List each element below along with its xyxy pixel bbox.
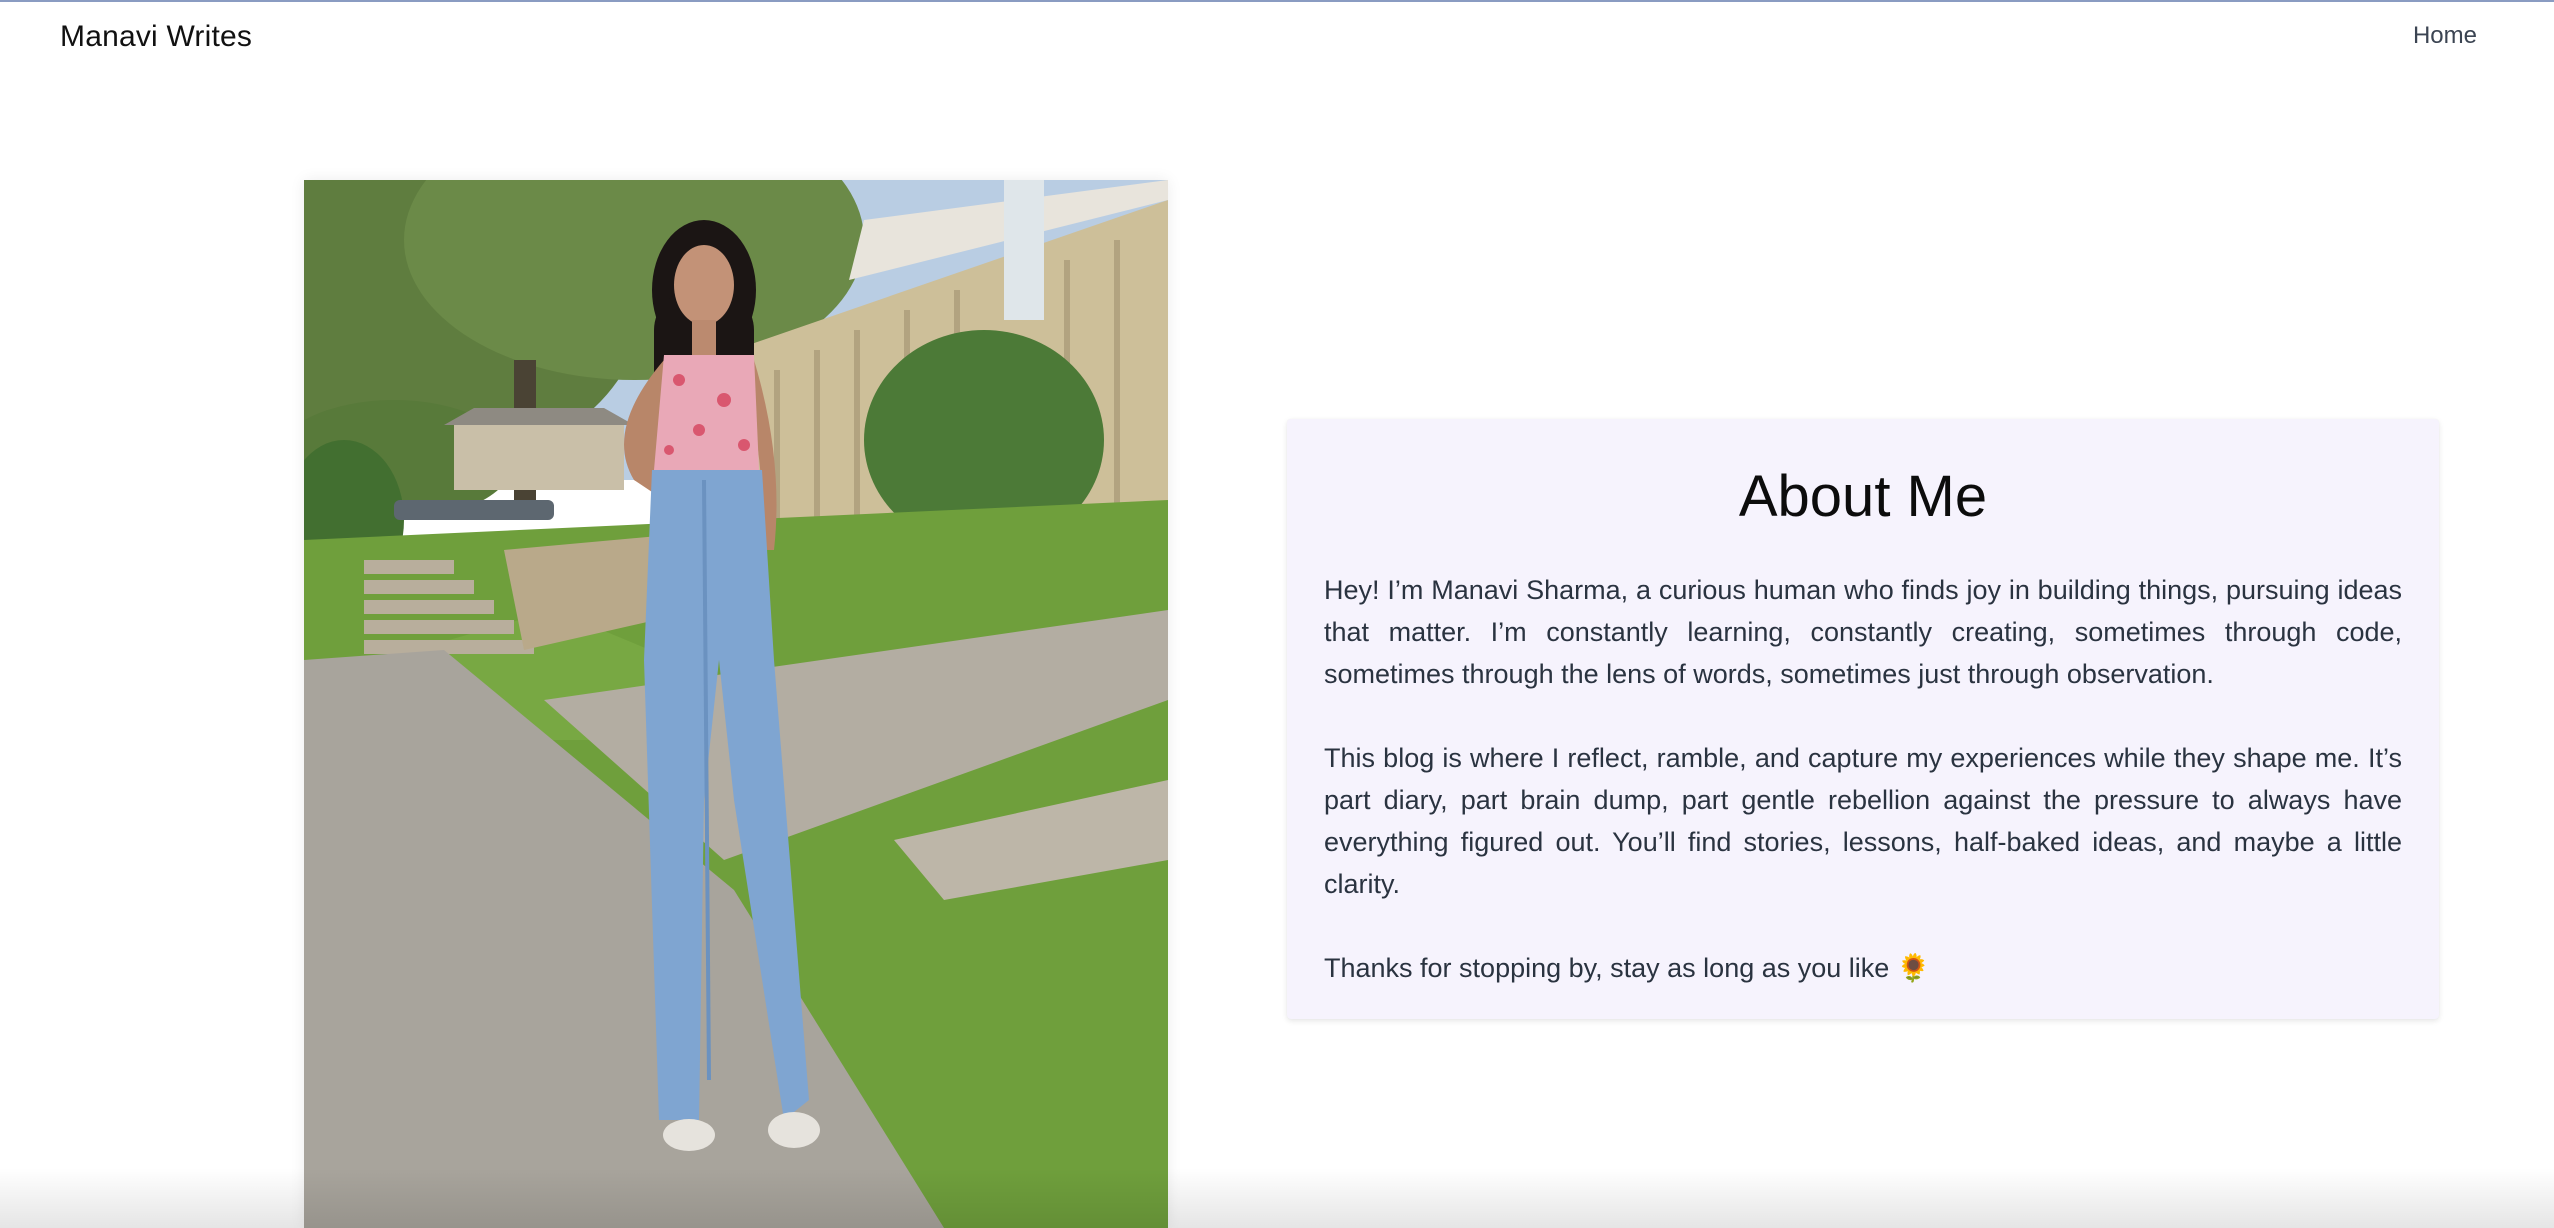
about-paragraph-blog: This blog is where I reflect, ramble, an… — [1324, 742, 2402, 899]
profile-photo — [304, 180, 1168, 1228]
about-paragraph-thanks: Thanks for stopping by, stay as long as … — [1324, 952, 1931, 983]
about-card: About Me Hey! I’m Manavi Sharma, a curio… — [1287, 419, 2439, 1019]
about-title: About Me — [1738, 464, 1988, 529]
site-brand[interactable]: Manavi Writes — [60, 20, 252, 54]
navbar: Manavi Writes Home — [0, 2, 2554, 74]
about-paragraph-intro: Hey! I’m Manavi Sharma, a curious human … — [1324, 574, 2402, 689]
nav-home-link[interactable]: Home — [2413, 22, 2477, 50]
